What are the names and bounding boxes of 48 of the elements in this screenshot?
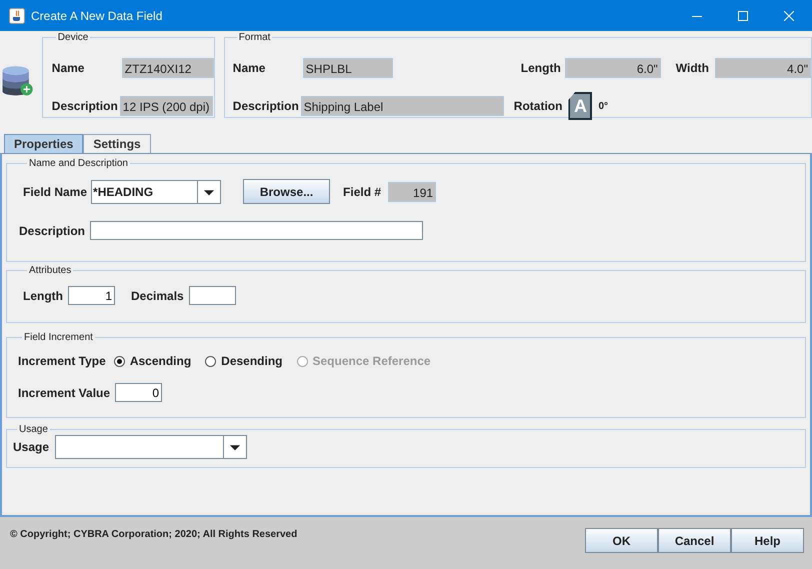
read-only-field: ZTZ140XI12 (122, 58, 214, 78)
field-label: Increment Type (18, 354, 106, 368)
field-label: Length (23, 288, 63, 302)
group-label: Device (56, 32, 90, 43)
input-field[interactable]: 1 (68, 286, 115, 305)
dialog-button[interactable]: OK (585, 528, 658, 553)
maximize-icon[interactable] (738, 10, 748, 20)
field-label: Increment Value (18, 386, 110, 400)
read-only-field: 4.0" (715, 58, 811, 78)
field-label: Width (676, 61, 709, 75)
read-only-field: SHPLBL (302, 58, 393, 78)
field-label: Name (52, 61, 86, 75)
browse-button[interactable]: Browse... (243, 179, 330, 204)
group-label: Attributes (28, 265, 72, 276)
input-field[interactable]: 0 (115, 383, 162, 402)
field-label: Field Name (23, 184, 88, 198)
tab[interactable]: Properties (4, 134, 84, 153)
copyright-text: © Copyright; CYBRA Corporation; 2020; All Rights Reserved (10, 529, 298, 542)
input-field[interactable] (90, 221, 424, 240)
radio-button[interactable]: Desending (205, 354, 282, 368)
field-label: Rotation (514, 99, 562, 113)
coffee-cup-icon (9, 8, 25, 24)
read-only-field: 12 IPS (200 dpi) (120, 96, 213, 116)
field-label: Description (52, 99, 118, 113)
field-label: Description (19, 224, 86, 238)
read-only-field: Shipping Label (300, 96, 504, 116)
rotation-value: 0° (598, 100, 608, 112)
read-only-field: 6.0" (564, 58, 661, 78)
group-label: Field Increment (23, 332, 94, 343)
field-label: Field # (343, 184, 382, 198)
read-only-field: 191 (388, 182, 436, 202)
field-label: Name (232, 61, 266, 75)
dialog-button[interactable]: Cancel (658, 528, 731, 553)
field-label: Usage (13, 440, 50, 454)
field-label: Description (232, 99, 299, 113)
close-icon[interactable] (784, 10, 794, 20)
group-label: Format (238, 32, 272, 43)
tab[interactable]: Settings (83, 134, 151, 153)
field-label: Decimals (131, 288, 184, 302)
dropdown[interactable]: *HEADING (91, 180, 222, 204)
dialog-button[interactable]: Help (731, 528, 804, 553)
window-title: Create A New Data Field (31, 8, 164, 22)
group-label: Name and Description (28, 158, 129, 169)
rotation-icon: A (568, 92, 592, 120)
group-label: Usage (18, 424, 49, 435)
input-field[interactable] (188, 286, 236, 305)
radio-button[interactable]: Ascending (114, 354, 192, 368)
field-label: Length (520, 61, 561, 75)
